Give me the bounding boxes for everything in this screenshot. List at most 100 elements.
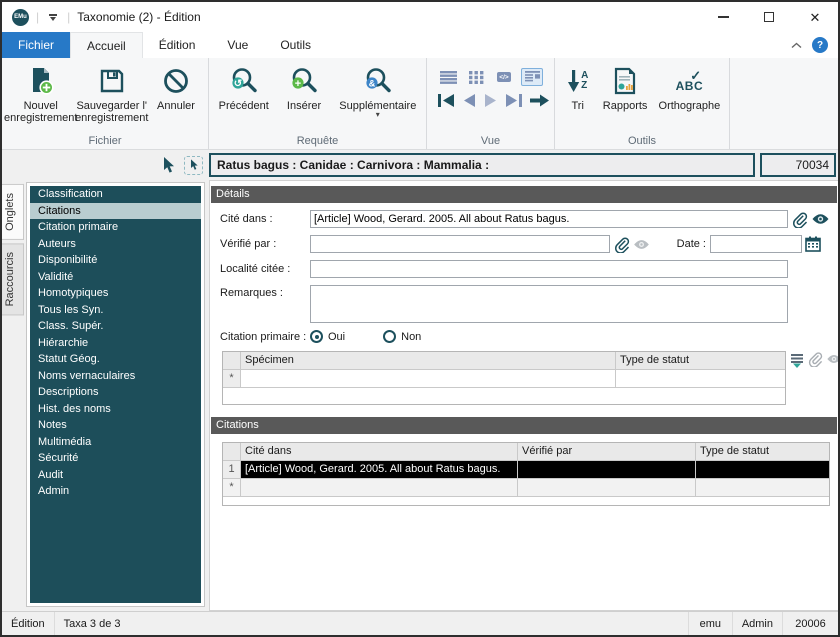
view-attachment-icon[interactable] (811, 213, 830, 225)
sidebar-item-hierarchie[interactable]: Hiérarchie (30, 335, 201, 352)
radio-oui-label: Oui (328, 330, 346, 343)
citations-new-row[interactable]: * (223, 479, 829, 497)
help-button[interactable]: ? (812, 37, 828, 53)
previous-record-button[interactable] (462, 93, 477, 108)
sidebar-item-securite[interactable]: Sécurité (30, 450, 201, 467)
close-button[interactable]: ✕ (792, 2, 838, 32)
last-record-button[interactable] (504, 93, 523, 108)
tab-fichier[interactable]: Fichier (2, 32, 71, 58)
app-logo-icon[interactable]: EMu (12, 8, 29, 26)
sidebar-item-hist-des-noms[interactable]: Hist. des noms (30, 401, 201, 418)
attachment-icon[interactable] (791, 211, 808, 228)
sort-icon: AZ (567, 64, 588, 98)
sidebar-item-citations[interactable]: Citations (30, 202, 201, 219)
list-view-button[interactable] (437, 68, 459, 86)
status-bar: Édition Taxa 3 de 3 emu Admin 20006 (2, 611, 838, 635)
sidebar-item-validite[interactable]: Validité (30, 269, 201, 286)
cancel-button[interactable]: Annuler (148, 62, 204, 114)
localite-citee-input[interactable] (310, 260, 788, 278)
goto-record-button[interactable] (529, 93, 550, 108)
remarques-label: Remarques : (220, 287, 283, 299)
date-input[interactable] (710, 235, 802, 253)
grid-view-button[interactable] (465, 68, 487, 86)
date-label: Date : (676, 238, 706, 250)
collapse-ribbon-icon[interactable] (791, 42, 802, 49)
pointer-tool-icon[interactable] (161, 156, 176, 174)
main-panel: Détails Cité dans : Vérifié par : (209, 180, 838, 611)
next-record-button[interactable] (483, 93, 498, 108)
specimen-cell[interactable] (241, 370, 616, 388)
verifie-par-input[interactable] (310, 235, 610, 253)
col-header-type-statut[interactable]: Type de statut (616, 352, 785, 370)
tab-vue[interactable]: Vue (211, 32, 264, 58)
verifie-par-cell[interactable] (518, 461, 696, 479)
insert-button[interactable]: + Insérer (276, 62, 332, 114)
dropdown-caret-icon: ▾ (375, 110, 380, 119)
svg-text:+: + (295, 78, 301, 90)
radio-oui[interactable] (310, 330, 323, 343)
ribbon-group-outils: AZ Tri Rapports ✓ ABC Orthographe Outils (555, 58, 730, 149)
fill-down-icon[interactable] (790, 353, 804, 368)
type-statut-cell[interactable] (696, 461, 829, 479)
sidebar-item-multimedia[interactable]: Multimédia (30, 434, 201, 451)
cite-dans-input[interactable] (310, 210, 788, 228)
sidebar-item-audit[interactable]: Audit (30, 467, 201, 484)
select-mode-icon[interactable] (184, 155, 203, 175)
previous-query-button[interactable]: ↺ Précédent (215, 62, 273, 114)
col-header-type-statut[interactable]: Type de statut (696, 443, 829, 461)
sidebar-item-homotypiques[interactable]: Homotypiques (30, 285, 201, 302)
sidebar-item-tous-les-syn[interactable]: Tous les Syn. (30, 302, 201, 319)
sidebar-tab-onglets[interactable]: Onglets (2, 184, 24, 240)
ribbon: Nouvel enregistrement Sauvegarder l' enr… (2, 58, 838, 150)
reports-icon (612, 64, 638, 98)
cite-dans-cell[interactable]: [Article] Wood, Gerard. 2005. All about … (241, 461, 518, 479)
details-view-button[interactable] (521, 68, 543, 86)
quick-access-dropdown-icon[interactable] (46, 13, 60, 21)
new-record-button[interactable]: Nouvel enregistrement (4, 62, 77, 126)
save-record-button[interactable]: Sauvegarder l' enregistrement (75, 62, 148, 126)
specimen-table: Spécimen Type de statut * (222, 351, 786, 405)
sidebar-item-classification[interactable]: Classification (30, 186, 201, 203)
view-attachment-icon-disabled (633, 239, 650, 250)
spelling-button[interactable]: ✓ ABC Orthographe (655, 62, 725, 114)
spelling-icon: ✓ ABC (675, 68, 704, 93)
reports-button[interactable]: Rapports (597, 62, 653, 114)
sidebar-item-noms-vernaculaires[interactable]: Noms vernaculaires (30, 368, 201, 385)
tab-accueil[interactable]: Accueil (70, 32, 143, 58)
radio-non[interactable] (383, 330, 397, 343)
sidebar-item-disponibilite[interactable]: Disponibilité (30, 252, 201, 269)
sidebar-item-notes[interactable]: Notes (30, 417, 201, 434)
sidebar-tab-raccourcis[interactable]: Raccourcis (2, 242, 24, 316)
text-view-button[interactable]: </> (493, 68, 515, 86)
citation-primaire-label: Citation primaire : (220, 330, 307, 343)
sidebar-item-statut-geog[interactable]: Statut Géog. (30, 351, 201, 368)
citations-section-header: Citations (211, 417, 837, 434)
maximize-button[interactable] (746, 2, 792, 32)
col-header-specimen[interactable]: Spécimen (241, 352, 616, 370)
sidebar-item-citation-primaire[interactable]: Citation primaire (30, 219, 201, 236)
status-mode: Édition (2, 612, 55, 635)
cite-dans-label: Cité dans : (220, 213, 273, 225)
sidebar-item-descriptions[interactable]: Descriptions (30, 384, 201, 401)
sidebar-item-admin[interactable]: Admin (30, 483, 201, 500)
ribbon-tab-bar: Fichier Accueil Édition Vue Outils ? (2, 32, 838, 58)
col-header-verifie-par[interactable]: Vérifié par (518, 443, 696, 461)
calendar-icon[interactable] (805, 236, 821, 252)
citations-row-selected[interactable]: 1 [Article] Wood, Gerard. 2005. All abou… (223, 461, 829, 479)
sidebar-item-auteurs[interactable]: Auteurs (30, 236, 201, 253)
record-summary: Ratus bagus : Canidae : Carnivora : Mamm… (209, 153, 755, 177)
previous-query-icon: ↺ (229, 64, 259, 98)
minimize-button[interactable] (700, 2, 746, 32)
attachment-icon[interactable] (613, 236, 630, 253)
new-row-marker: * (223, 370, 241, 388)
first-record-button[interactable] (437, 93, 456, 108)
additional-query-button[interactable]: & Supplémentaire ▾ (335, 62, 420, 120)
type-statut-cell[interactable] (616, 370, 785, 388)
remarques-textarea[interactable] (310, 285, 788, 323)
tab-outils[interactable]: Outils (264, 32, 327, 58)
sidebar-item-class-super[interactable]: Class. Supér. (30, 318, 201, 335)
col-header-cite-dans[interactable]: Cité dans (241, 443, 518, 461)
new-record-icon (26, 64, 56, 98)
tab-edition[interactable]: Édition (143, 32, 212, 58)
sort-button[interactable]: AZ Tri (560, 62, 596, 114)
